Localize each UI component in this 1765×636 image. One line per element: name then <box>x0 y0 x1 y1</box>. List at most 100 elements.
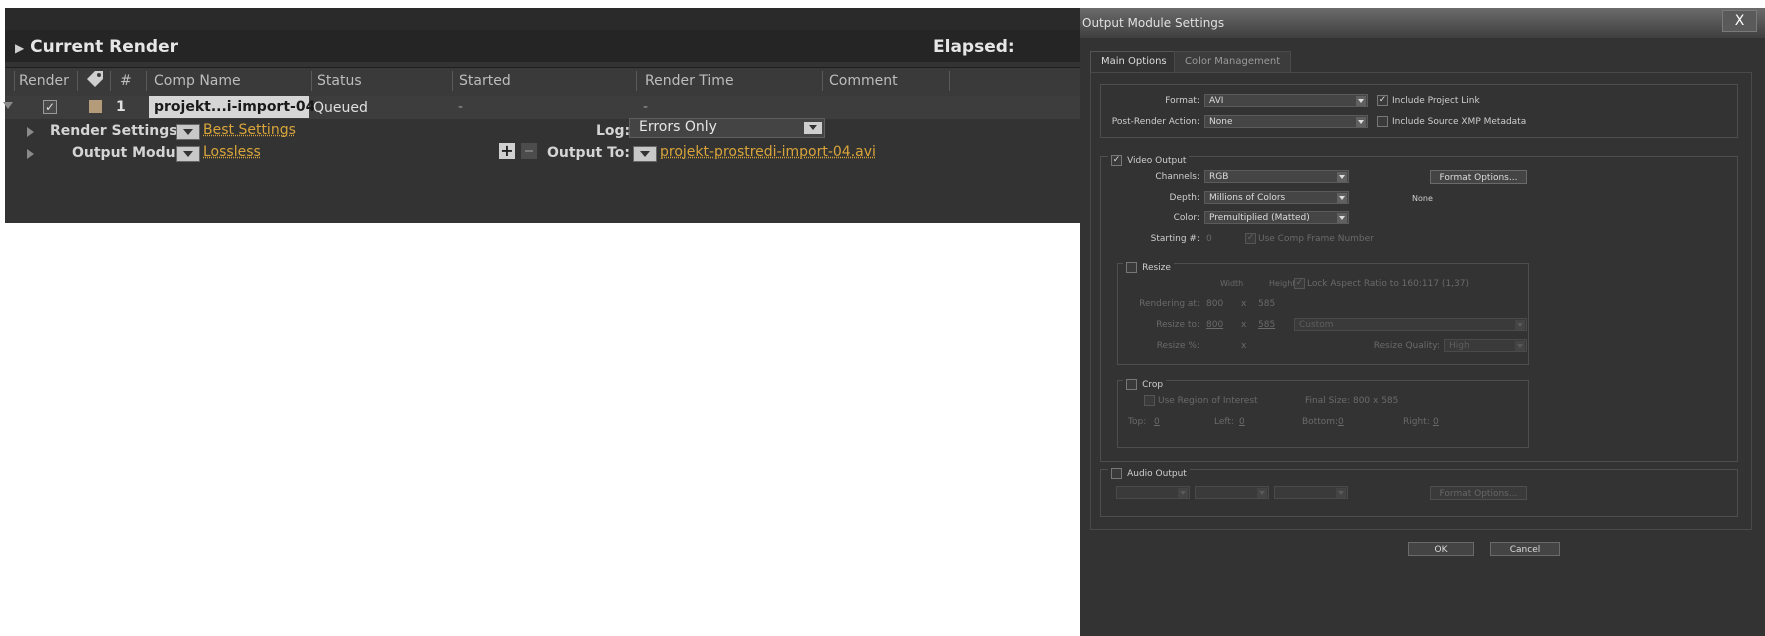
expand-triangle-icon[interactable]: ▶ <box>15 41 24 55</box>
resize-quality-select[interactable]: High <box>1444 339 1527 352</box>
resize-to-height[interactable]: 585 <box>1258 320 1275 330</box>
render-queue-panel: ▶ Current Render Elapsed: Render # Comp … <box>3 8 1080 223</box>
col-comment[interactable]: Comment <box>829 73 898 89</box>
crop-group <box>1117 380 1529 448</box>
comp-name-cell[interactable]: projekt...i-import-04 <box>149 96 315 118</box>
chevron-down-icon <box>1356 117 1366 127</box>
starting-number-value[interactable]: 0 <box>1206 234 1212 244</box>
audio-depth-select[interactable] <box>1195 486 1269 499</box>
depth-select[interactable]: Millions of Colors <box>1204 191 1349 204</box>
final-size-text: Final Size: 800 x 585 <box>1305 396 1399 406</box>
include-project-link-label: Include Project Link <box>1392 96 1480 106</box>
render-settings-dropdown[interactable] <box>176 124 200 140</box>
rendering-at-label: Rendering at: <box>1139 299 1200 309</box>
queue-item-row[interactable]: ✓ 1 projekt...i-import-04 Queued - - <box>3 96 1080 119</box>
include-project-link-checkbox[interactable]: ✓ <box>1377 95 1388 106</box>
elapsed-label: Elapsed: <box>933 37 1015 57</box>
audio-channels-select[interactable] <box>1274 486 1348 499</box>
rendering-at-height: 585 <box>1258 299 1276 309</box>
add-output-module-button[interactable]: + <box>499 143 515 159</box>
use-roi-label: Use Region of Interest <box>1158 396 1258 406</box>
output-to-value[interactable]: projekt-prostredi-import-04.avi <box>660 144 876 160</box>
output-module-dropdown[interactable] <box>176 146 200 162</box>
render-checkbox[interactable]: ✓ <box>43 100 57 114</box>
output-to-label: Output To: <box>547 145 631 161</box>
cancel-button[interactable]: Cancel <box>1490 542 1560 556</box>
resize-to-width[interactable]: 800 <box>1206 320 1223 330</box>
chevron-down-icon <box>1337 193 1347 203</box>
color-label: Color: <box>1173 213 1200 223</box>
rendering-at-x: x <box>1241 299 1247 309</box>
chevron-down-icon <box>1356 96 1366 106</box>
log-select[interactable]: Errors Only <box>629 118 825 138</box>
audio-output-checkbox[interactable] <box>1111 468 1122 479</box>
post-render-label: Post-Render Action: <box>1111 117 1200 127</box>
chevron-down-icon <box>1178 488 1188 498</box>
output-module-settings-dialog: Output Module Settings X Main Options Co… <box>1080 8 1765 636</box>
resize-checkbox[interactable] <box>1126 262 1137 273</box>
rendering-at-width: 800 <box>1206 299 1224 309</box>
col-render-time[interactable]: Render Time <box>645 73 734 89</box>
col-separator <box>822 71 823 91</box>
use-comp-frame-checkbox[interactable]: ✓ <box>1245 233 1256 244</box>
tab-color-management[interactable]: Color Management <box>1174 51 1292 73</box>
item-expand-icon[interactable] <box>3 102 13 109</box>
crop-left-value[interactable]: 0 <box>1239 417 1245 427</box>
include-xmp-checkbox[interactable] <box>1377 116 1388 127</box>
render-settings-label: Render Settings: <box>50 123 184 139</box>
resize-quality-label: Resize Quality: <box>1373 341 1440 351</box>
crop-right-value[interactable]: 0 <box>1433 417 1439 427</box>
log-label: Log: <box>596 123 631 139</box>
crop-bottom-value[interactable]: 0 <box>1338 417 1344 427</box>
output-to-dropdown[interactable] <box>633 146 657 162</box>
format-select[interactable]: AVI <box>1204 94 1368 107</box>
use-comp-frame-label: Use Comp Frame Number <box>1258 234 1374 244</box>
resize-to-label: Resize to: <box>1156 320 1200 330</box>
render-settings-expand-icon[interactable] <box>27 127 34 137</box>
format-group <box>1100 84 1738 138</box>
use-roi-checkbox[interactable] <box>1144 395 1155 406</box>
format-label: Format: <box>1165 96 1200 106</box>
format-options-button[interactable]: Format Options... <box>1430 170 1527 184</box>
remove-output-module-button[interactable] <box>521 143 537 159</box>
col-number[interactable]: # <box>120 73 132 89</box>
crop-top-value[interactable]: 0 <box>1154 417 1160 427</box>
current-render-title[interactable]: ▶ Current Render <box>15 37 178 57</box>
crop-bottom-label: Bottom: <box>1302 417 1339 427</box>
render-settings-value[interactable]: Best Settings <box>203 122 296 138</box>
lock-aspect-checkbox[interactable]: ✓ <box>1294 278 1305 289</box>
channels-label: Channels: <box>1155 172 1200 182</box>
col-status[interactable]: Status <box>317 73 362 89</box>
color-select[interactable]: Premultiplied (Matted) <box>1204 211 1349 224</box>
label-color-swatch[interactable] <box>89 100 102 113</box>
audio-rate-select[interactable] <box>1116 486 1190 499</box>
output-module-value[interactable]: Lossless <box>203 144 261 160</box>
crop-top-label: Top: <box>1128 417 1147 427</box>
crop-header: Crop <box>1123 374 1167 393</box>
label-tag-icon[interactable] <box>84 70 106 90</box>
chevron-down-icon <box>1337 172 1347 182</box>
col-comp-name[interactable]: Comp Name <box>154 73 241 89</box>
ok-button[interactable]: OK <box>1408 542 1474 556</box>
started-text: - <box>458 99 464 115</box>
resize-preset-select[interactable]: Custom <box>1294 318 1527 331</box>
resize-header: Resize <box>1123 257 1174 276</box>
post-render-select[interactable]: None <box>1204 115 1368 128</box>
resize-percent-label: Resize %: <box>1156 341 1200 351</box>
col-started[interactable]: Started <box>459 73 511 89</box>
crop-checkbox[interactable] <box>1126 379 1137 390</box>
col-render[interactable]: Render <box>19 73 69 89</box>
channels-select[interactable]: RGB <box>1204 170 1349 183</box>
audio-format-options-button[interactable]: Format Options... <box>1430 486 1527 500</box>
output-module-expand-icon[interactable] <box>27 149 34 159</box>
close-button[interactable]: X <box>1722 10 1757 32</box>
depth-label: Depth: <box>1169 193 1200 203</box>
lock-aspect-label: Lock Aspect Ratio to 160:117 (1,37) <box>1307 279 1469 289</box>
crop-left-label: Left: <box>1214 417 1234 427</box>
video-output-checkbox[interactable]: ✓ <box>1111 155 1122 166</box>
tab-main-options[interactable]: Main Options <box>1090 51 1178 72</box>
col-separator <box>452 71 453 91</box>
height-header: Height <box>1269 279 1296 288</box>
dialog-titlebar[interactable]: Output Module Settings X <box>1080 8 1765 38</box>
col-separator <box>636 71 637 91</box>
